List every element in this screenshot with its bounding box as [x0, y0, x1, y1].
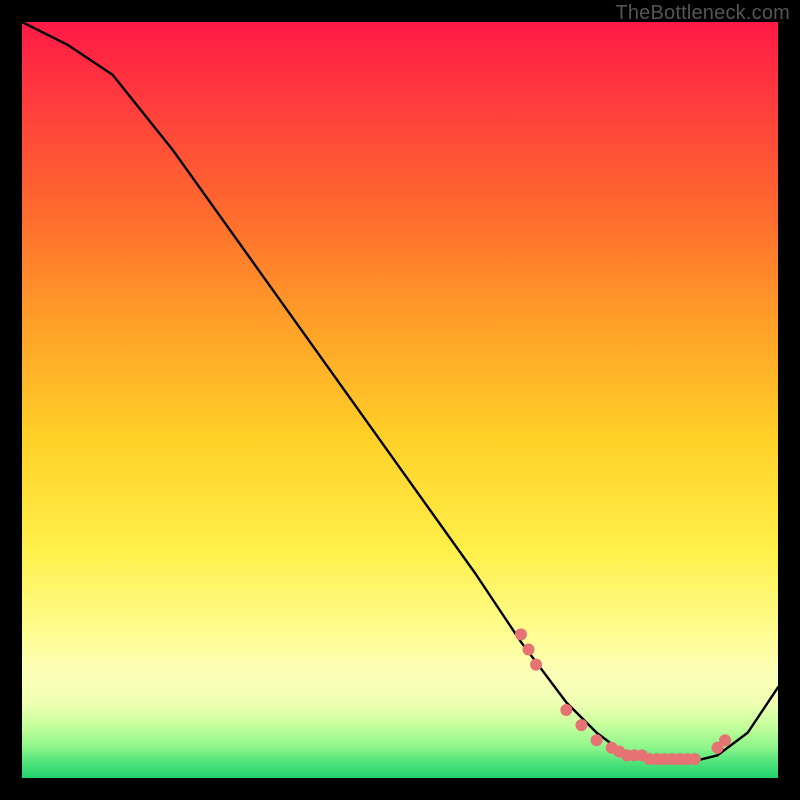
chart-svg — [22, 22, 778, 778]
highlight-point — [560, 704, 572, 716]
highlight-point — [523, 643, 535, 655]
bottleneck-curve — [22, 22, 778, 763]
highlight-point — [689, 753, 701, 765]
highlight-points — [515, 628, 731, 765]
highlight-point — [591, 734, 603, 746]
highlight-point — [719, 734, 731, 746]
chart-stage: TheBottleneck.com — [0, 0, 800, 800]
highlight-point — [575, 719, 587, 731]
highlight-point — [515, 628, 527, 640]
watermark-text: TheBottleneck.com — [615, 2, 790, 25]
highlight-point — [530, 659, 542, 671]
